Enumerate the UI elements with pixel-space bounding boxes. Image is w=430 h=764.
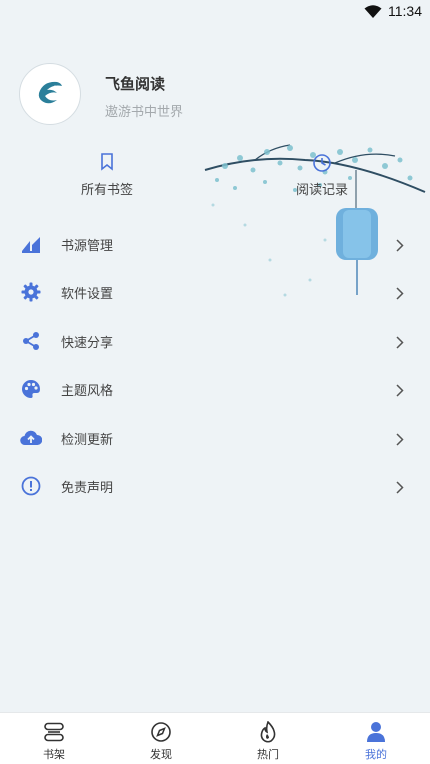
menu-item-book-source[interactable]: 书源管理 (0, 220, 430, 268)
chevron-right-icon (396, 382, 404, 401)
menu-item-check-update[interactable]: 检测更新 (0, 414, 430, 462)
chevron-right-icon (396, 334, 404, 353)
menu-item-label: 书源管理 (61, 239, 114, 254)
wifi-icon (364, 4, 382, 23)
app-name: 飞鱼阅读 (105, 75, 166, 93)
person-icon (326, 719, 426, 745)
reading-history-button[interactable]: 阅读记录 (267, 153, 377, 198)
nav-label: 发现 (150, 748, 172, 761)
status-bar: 11:34 (0, 0, 430, 24)
nav-label: 我的 (365, 748, 387, 761)
nav-tab-discover[interactable]: 发现 (111, 713, 211, 764)
palette-icon (20, 378, 42, 400)
menu-item-theme[interactable]: 主题风格 (0, 365, 430, 413)
menu-item-disclaimer[interactable]: 免责声明 (0, 462, 430, 510)
menu-item-label: 软件设置 (61, 287, 114, 303)
cloud-upload-icon (20, 427, 42, 449)
menu-item-settings[interactable]: 软件设置 (0, 268, 430, 316)
app-logo-icon (35, 77, 65, 111)
bookmark-icon (52, 153, 162, 175)
reading-history-label: 阅读记录 (295, 183, 348, 198)
nav-label: 书架 (43, 748, 65, 761)
menu-item-label: 主题风格 (61, 384, 114, 400)
menu-item-share[interactable]: 快速分享 (0, 317, 430, 365)
bookmarks-label: 所有书签 (80, 183, 133, 198)
nav-label: 热门 (257, 748, 279, 761)
profile-header: 飞鱼阅读 遨游书中世界 (0, 60, 430, 140)
bottom-navigation: 书架 发现 热门 我的 (0, 712, 430, 764)
nav-tab-mine[interactable]: 我的 (326, 713, 426, 764)
clock-icon (267, 153, 377, 175)
chevron-right-icon (396, 431, 404, 450)
share-icon (20, 330, 42, 352)
book-source-icon (20, 233, 42, 255)
chevron-right-icon (396, 479, 404, 498)
flame-icon (218, 719, 318, 745)
nav-tab-hot[interactable]: 热门 (218, 713, 318, 764)
bookmarks-button[interactable]: 所有书签 (52, 153, 162, 198)
nav-tab-bookshelf[interactable]: 书架 (4, 713, 104, 764)
gear-icon (20, 281, 42, 303)
settings-menu: 书源管理 软件设置 快速分享 主题风格 检测更新 免责声明 (0, 220, 430, 510)
bookshelf-icon (4, 719, 104, 745)
menu-item-label: 免责声明 (61, 480, 114, 496)
status-time: 11:34 (388, 3, 422, 19)
info-icon (20, 475, 42, 497)
chevron-right-icon (396, 285, 404, 304)
menu-item-label: 检测更新 (61, 432, 114, 448)
compass-icon (111, 719, 211, 745)
app-slogan: 遨游书中世界 (105, 105, 184, 120)
menu-item-label: 快速分享 (61, 335, 114, 351)
avatar[interactable] (19, 63, 81, 125)
chevron-right-icon (396, 237, 404, 256)
